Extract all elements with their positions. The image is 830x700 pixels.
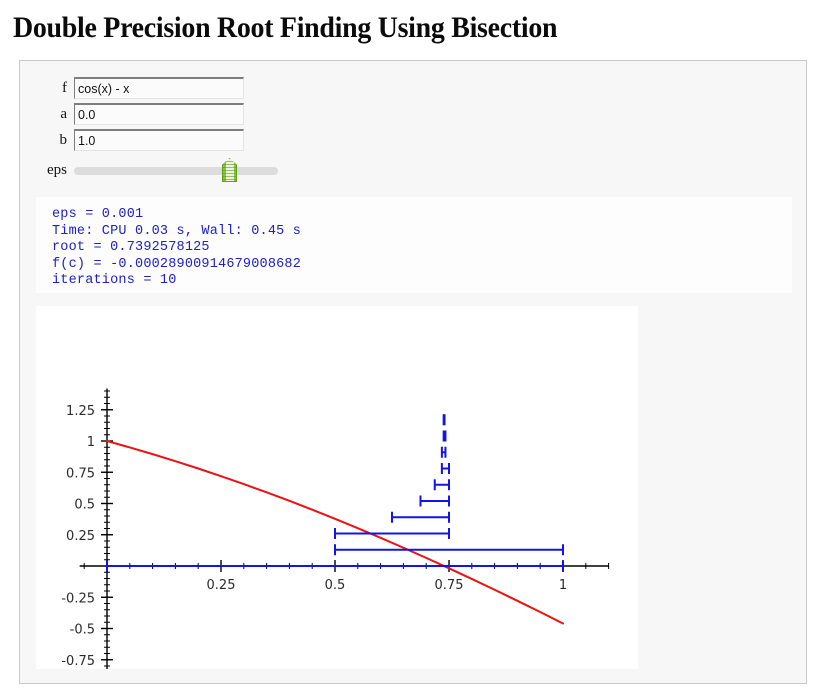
field-row-eps: eps bbox=[20, 156, 806, 184]
x-tick-label: 0.75 bbox=[435, 578, 464, 593]
eps-slider[interactable] bbox=[74, 157, 278, 183]
page-title: Double Precision Root Finding Using Bise… bbox=[13, 11, 558, 44]
x-tick-label: 0.25 bbox=[207, 578, 236, 593]
bracket-interval bbox=[440, 463, 450, 474]
bracket-interval bbox=[440, 446, 447, 458]
bracket-interval bbox=[442, 430, 447, 442]
x-tick-label: 0.5 bbox=[325, 578, 346, 593]
field-label-eps: eps bbox=[47, 161, 67, 178]
controls-group: f a b eps bbox=[20, 75, 806, 184]
output-panel: eps = 0.001 Time: CPU 0.03 s, Wall: 0.45… bbox=[36, 197, 792, 293]
y-tick-label: -0.5 bbox=[70, 623, 95, 638]
field-label-a: a bbox=[60, 105, 67, 122]
bracket-interval bbox=[433, 479, 450, 491]
bracket-interval bbox=[334, 544, 564, 556]
field-row-b: b bbox=[20, 127, 806, 153]
field-label-b: b bbox=[59, 131, 68, 148]
eps-slider-handle[interactable] bbox=[222, 158, 237, 182]
bracket-interval bbox=[391, 511, 450, 523]
interact-panel: f a b eps eps = 0.001 Time: CPU 0.03 s, … bbox=[19, 60, 807, 684]
bracket-interval bbox=[334, 528, 450, 539]
bracket-interval bbox=[419, 495, 450, 507]
y-tick-label: 0.5 bbox=[74, 498, 95, 513]
bisection-plot: 0.25 0.5 0.75 1 1.25 1 0.75 0.5 0.25 -0.25 -0.5 -0.… bbox=[61, 388, 610, 669]
y-tick-label: -0.75 bbox=[61, 654, 95, 669]
y-tick-label: -0.25 bbox=[61, 591, 95, 606]
y-tick-label: 0.75 bbox=[66, 466, 95, 481]
lower-bound-input[interactable] bbox=[74, 103, 244, 125]
output-text: eps = 0.001 Time: CPU 0.03 s, Wall: 0.45… bbox=[52, 207, 302, 288]
field-label-f: f bbox=[62, 79, 67, 96]
upper-bound-input[interactable] bbox=[74, 129, 244, 151]
y-tick-label: 0.25 bbox=[66, 529, 95, 544]
y-tick-label: 1 bbox=[87, 435, 95, 450]
field-row-a: a bbox=[20, 101, 806, 127]
eps-slider-track[interactable] bbox=[74, 167, 278, 175]
function-input[interactable] bbox=[74, 77, 244, 99]
field-row-f: f bbox=[20, 75, 806, 101]
y-tick-label: 1.25 bbox=[66, 404, 95, 419]
x-tick-label: 1 bbox=[559, 578, 567, 593]
bracket-interval bbox=[442, 414, 446, 426]
plot-area: 0.25 0.5 0.75 1 1.25 1 0.75 0.5 0.25 -0.25 -0.5 -0.… bbox=[36, 306, 638, 669]
